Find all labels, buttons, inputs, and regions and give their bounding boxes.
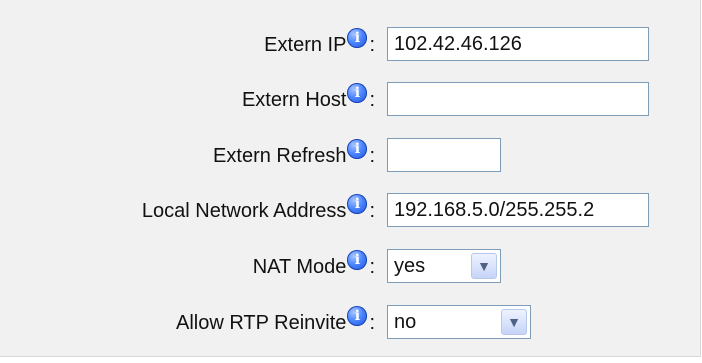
nat-mode-select[interactable]: yes ▼	[387, 249, 501, 283]
row-allow-rtp-reinvite: Allow RTP Reinvite : no ▼	[0, 301, 702, 345]
row-extern-ip: Extern IP : 102.42.46.126	[0, 23, 702, 67]
label-text-local-network-address: Local Network Address	[141, 199, 347, 222]
info-icon[interactable]	[347, 139, 368, 159]
label-extern-refresh: Extern Refresh :	[213, 134, 375, 178]
label-allow-rtp-reinvite: Allow RTP Reinvite :	[176, 301, 375, 345]
info-icon[interactable]	[347, 194, 368, 214]
label-colon: :	[369, 33, 375, 56]
label-text-extern-host: Extern Host	[241, 88, 347, 111]
info-icon[interactable]	[347, 250, 368, 270]
local-network-address-input[interactable]: 192.168.5.0/255.255.2	[387, 193, 649, 227]
row-extern-host: Extern Host :	[0, 78, 702, 122]
label-colon: :	[369, 144, 375, 167]
extern-refresh-input[interactable]	[387, 138, 501, 172]
allow-rtp-reinvite-value: no	[394, 310, 417, 333]
label-text-nat-mode: NAT Mode	[252, 255, 347, 278]
row-nat-mode: NAT Mode : yes ▼	[0, 245, 702, 289]
info-icon[interactable]	[347, 306, 368, 326]
label-colon: :	[369, 88, 375, 111]
chevron-down-icon[interactable]: ▼	[471, 253, 497, 279]
info-icon[interactable]	[347, 28, 368, 48]
extern-ip-input[interactable]: 102.42.46.126	[387, 27, 649, 61]
label-extern-host: Extern Host :	[242, 78, 375, 122]
label-nat-mode: NAT Mode :	[253, 245, 375, 289]
label-text-extern-ip: Extern IP	[264, 33, 347, 56]
extern-host-input[interactable]	[387, 82, 649, 116]
label-extern-ip: Extern IP :	[264, 23, 375, 67]
info-icon[interactable]	[347, 83, 368, 103]
row-local-network-address: Local Network Address : 192.168.5.0/255.…	[0, 189, 702, 233]
row-extern-refresh: Extern Refresh :	[0, 134, 702, 178]
nat-mode-value: yes	[394, 254, 426, 277]
chevron-down-icon[interactable]: ▼	[501, 309, 527, 335]
local-network-address-value: 192.168.5.0/255.255.2	[394, 198, 595, 221]
allow-rtp-reinvite-select[interactable]: no ▼	[387, 305, 531, 339]
extern-ip-value: 102.42.46.126	[394, 32, 522, 55]
label-colon: :	[369, 199, 375, 222]
label-colon: :	[369, 311, 375, 334]
label-text-allow-rtp-reinvite: Allow RTP Reinvite	[175, 311, 347, 334]
label-colon: :	[369, 255, 375, 278]
label-local-network-address: Local Network Address :	[142, 189, 375, 233]
label-text-extern-refresh: Extern Refresh	[213, 144, 347, 167]
